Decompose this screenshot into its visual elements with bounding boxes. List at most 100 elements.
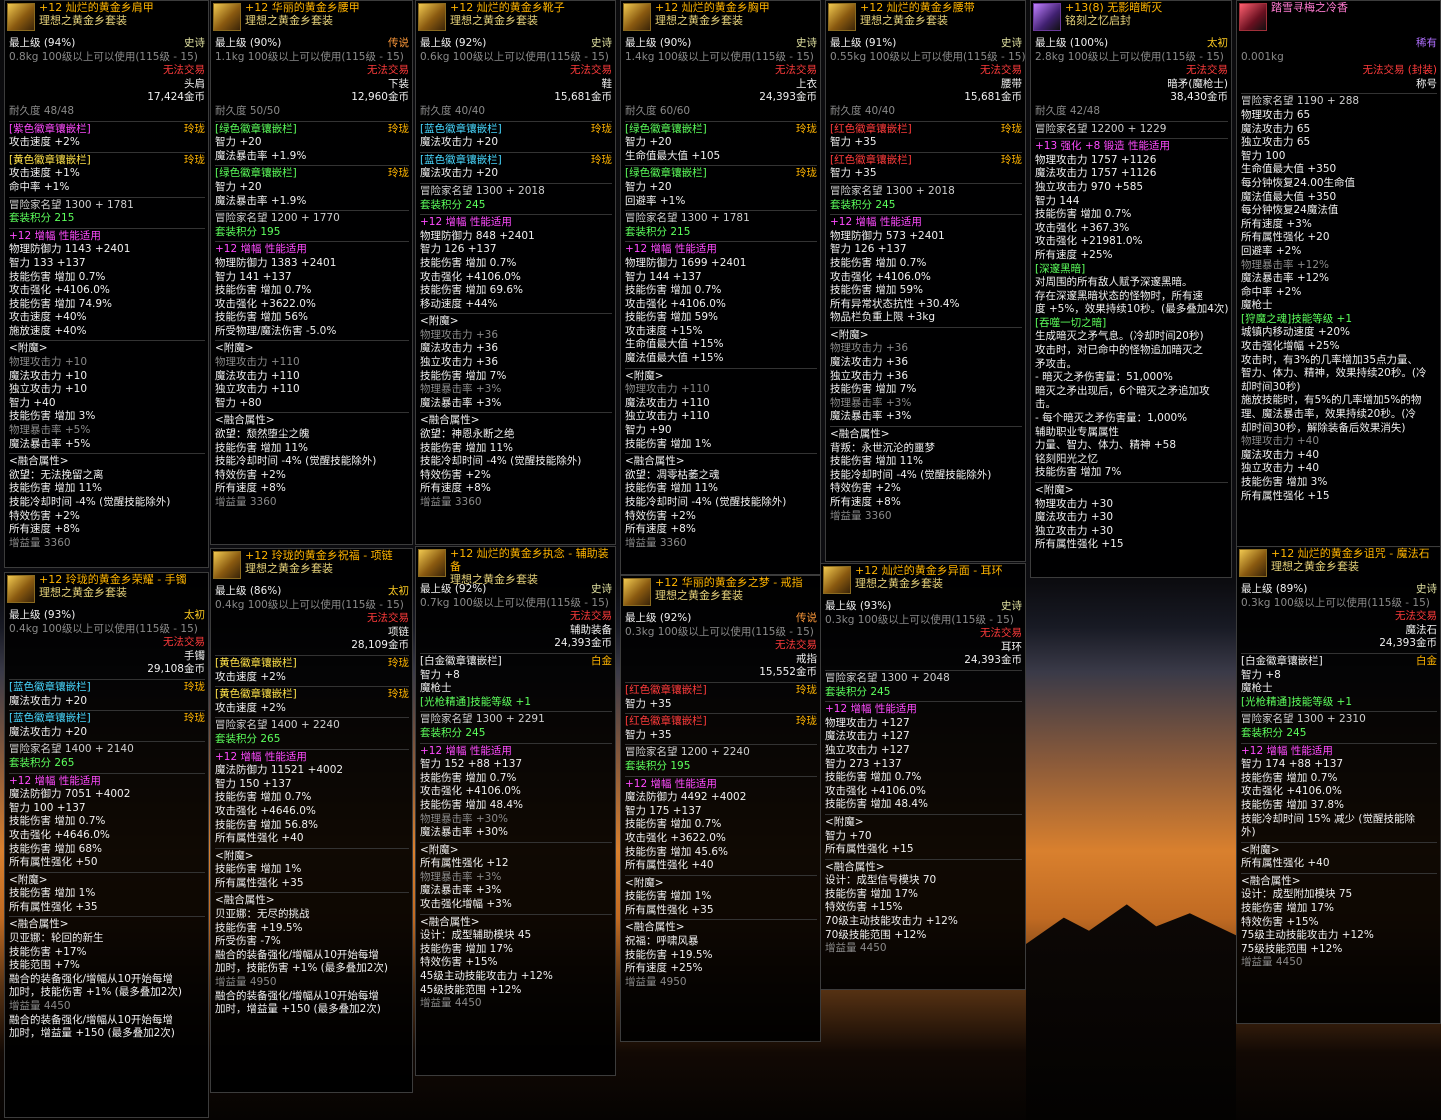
price-row-right: 38,430金币	[1170, 91, 1228, 104]
stat-line: 冒险家名望 1300 + 2310	[1241, 711, 1437, 727]
price-row: 24,393金币	[1241, 637, 1437, 651]
stat-line: 回避率 +1%	[625, 194, 686, 207]
trade-row: 无法交易	[420, 610, 612, 624]
stat-line: 魔法攻击力 +36	[830, 356, 908, 369]
stat-line: 魔法防御力 7051 +4002	[9, 788, 131, 801]
slot-row-right: 戒指	[796, 652, 817, 665]
req-row: 0.4kg 100级以上可以使用(115级 - 15)	[215, 599, 409, 613]
trade-row-right: 无法交易 (封装)	[1362, 64, 1437, 77]
item-set-name: 理想之黄金乡套装	[245, 14, 333, 27]
socket-type: 玲珑	[796, 167, 817, 180]
stat-line: 智力 141 +137	[215, 270, 292, 283]
stat-line: 每分钟恢复24.00生命值	[1241, 176, 1356, 189]
price-row-right: 15,681金币	[554, 91, 612, 104]
stat-line: 所有属性强化 +35	[625, 903, 714, 916]
stat-line: 魔法攻击力 65	[1241, 122, 1311, 135]
stat-line: 城镇内移动速度 +20%	[1241, 326, 1350, 339]
durability: 耐久度 40/40	[420, 104, 486, 117]
stat-line: 物理攻击力 +40	[1241, 435, 1319, 448]
stat-line: 命中率 +1%	[9, 180, 70, 193]
stat-line: 物理防御力 1699 +2401	[625, 256, 747, 269]
stat-line: 加时，增益量 +150 (最多叠加2次)	[9, 1027, 175, 1040]
stat-line: 魔法攻击力 +110	[215, 369, 300, 382]
stat-line: 技能伤害 +17%	[9, 945, 87, 958]
stat-line: 智力 100	[1241, 149, 1286, 162]
stat-line: 技能伤害 增加 0.7%	[625, 284, 722, 297]
stat-line: 智力 152 +88 +137	[420, 758, 523, 771]
stat-line: [深邃黑暗]	[1035, 262, 1086, 275]
item-tooltip-stone: +12 灿烂的黄金乡诅咒 - 魔法石 理想之黄金乡套装 最上级 (89%) 史诗 0.3…	[1236, 546, 1441, 1024]
item-tooltip-shoes: +12 灿烂的黄金乡靴子 理想之黄金乡套装 最上级 (92%) 史诗 0.6kg 100…	[415, 0, 616, 545]
socket-label: [蓝色徽章镶嵌栏]	[9, 712, 91, 725]
stat-line: 暗灭之矛出现后，6个暗灭之矛追加攻	[1035, 384, 1210, 397]
stat-line: <附魔>	[1241, 841, 1437, 858]
stat-line: 融合的装备强化/增幅从10开始每增	[215, 989, 379, 1002]
item-icon	[7, 3, 35, 31]
socket-type: 玲珑	[184, 122, 205, 135]
grade-row-left: 最上级 (90%)	[625, 37, 692, 49]
socket-row: [绿色徽章镶嵌栏] 玲珑	[215, 165, 409, 181]
stat-line: 物理攻击力 1757 +1126	[1035, 153, 1157, 166]
price-row: 38,430金币	[1035, 91, 1228, 105]
stat-line: 魔法暴击率 +5%	[9, 437, 91, 450]
stat-line: 技能伤害 增加 11%	[830, 455, 924, 468]
item-title: +12 灿烂的黄金乡异面 - 耳环	[855, 564, 1003, 577]
item-set-name: 理想之黄金乡套装	[245, 562, 333, 575]
stat-line: 套装积分 265	[215, 732, 281, 745]
item-title: +12 灿烂的黄金乡肩甲	[39, 1, 154, 14]
tooltip-header: +12 华丽的黄金乡腰甲 理想之黄金乡套装	[211, 1, 412, 35]
stat-line: 技能冷却时间 15% 减少 (觉醒技能除	[1241, 812, 1415, 825]
stat-line: 物理暴击率 +3%	[830, 396, 912, 409]
stat-line: 移动速度 +44%	[420, 297, 498, 310]
price-row-right: 15,552金币	[759, 666, 817, 679]
stat-line: 独立攻击力 65	[1241, 136, 1311, 149]
trade-row-right: 无法交易	[163, 636, 205, 649]
stat-line: 特效伤害 +15%	[420, 956, 498, 969]
stat-line: 所有速度 +8%	[215, 482, 286, 495]
item-title: +13(8) 无影暗断灭	[1065, 1, 1163, 14]
stat-line: 却时间30秒)	[1241, 380, 1301, 393]
trade-row-right: 无法交易	[570, 610, 612, 623]
socket-type: 白金	[1416, 654, 1437, 667]
tooltip-header: +12 灿烂的黄金乡诅咒 - 魔法石 理想之黄金乡套装	[1237, 547, 1440, 581]
stat-line: 命中率 +2%	[1241, 285, 1302, 298]
stat-line: 魔法值最大值 +15%	[625, 352, 724, 365]
stat-line: +12 增幅 性能适用	[625, 241, 817, 257]
stat-line: 技能伤害 增加 59%	[625, 311, 719, 324]
durability: 耐久度 42/48	[1035, 104, 1101, 117]
item-name: +12 灿烂的黄金乡肩甲 理想之黄金乡套装	[39, 1, 154, 27]
grade-row: 最上级 (93%) 太初	[9, 609, 205, 623]
socket-row: [黄色徽章镶嵌栏] 玲珑	[9, 151, 205, 168]
item-set-name: 理想之黄金乡套装	[39, 586, 127, 599]
trade-row-right: 无法交易	[980, 627, 1022, 640]
stat-line: 生命值最大值 +105	[625, 149, 721, 162]
stat-line: 特效伤害 +2%	[830, 482, 901, 495]
socket-row: [蓝色徽章镶嵌栏] 玲珑	[9, 678, 205, 695]
trade-row-right: 无法交易	[1186, 64, 1228, 77]
stat-line: +12 增幅 性能适用	[1241, 742, 1437, 759]
stat-line: 技能伤害 +19.5%	[625, 948, 713, 961]
stat-line: 魔法暴击率 +1.9%	[215, 149, 307, 162]
item-title: +12 灿烂的黄金乡胸甲	[655, 1, 770, 14]
socket-row: [红色徽章镶嵌栏] 玲珑	[625, 681, 817, 698]
stat-line: 技能范围 +7%	[9, 959, 80, 972]
stat-line: 所有属性强化 +40	[1241, 857, 1330, 870]
item-name: +12 灿烂的黄金乡执念 - 辅助装备 理想之黄金乡套装	[450, 547, 613, 586]
trade-row-right: 无法交易	[367, 612, 409, 625]
socket-label: [白金徽章镶嵌栏]	[420, 654, 502, 667]
stat-line: 独立攻击力 +36	[830, 369, 908, 382]
stat-line: 铭刻阳光之忆	[1035, 452, 1098, 465]
stat-line: 增益量 3360	[420, 496, 482, 508]
stat-line: 欲望：无法挽留之离	[9, 468, 104, 481]
stat-line: 增益量 4450	[825, 942, 887, 955]
stat-line: +12 增幅 性能适用	[9, 227, 205, 244]
slot-row-right: 辅助装备	[570, 623, 612, 636]
stat-line: 技能伤害 增加 0.7%	[830, 256, 927, 269]
item-tooltip-support: +12 灿烂的黄金乡执念 - 辅助装备 理想之黄金乡套装 最上级 (92%) 史诗 0.…	[415, 546, 616, 1076]
stat-line: 技能伤害 增加 1%	[625, 437, 712, 450]
stat-line: <附魔>	[830, 326, 1022, 343]
slot-row: 腰带	[830, 78, 1022, 92]
req-row: 0.3kg 100级以上可以使用(115级 - 15)	[825, 614, 1022, 628]
trade-row: 无法交易	[825, 627, 1022, 641]
stat-line: 技能伤害 增加 0.7%	[420, 256, 517, 269]
